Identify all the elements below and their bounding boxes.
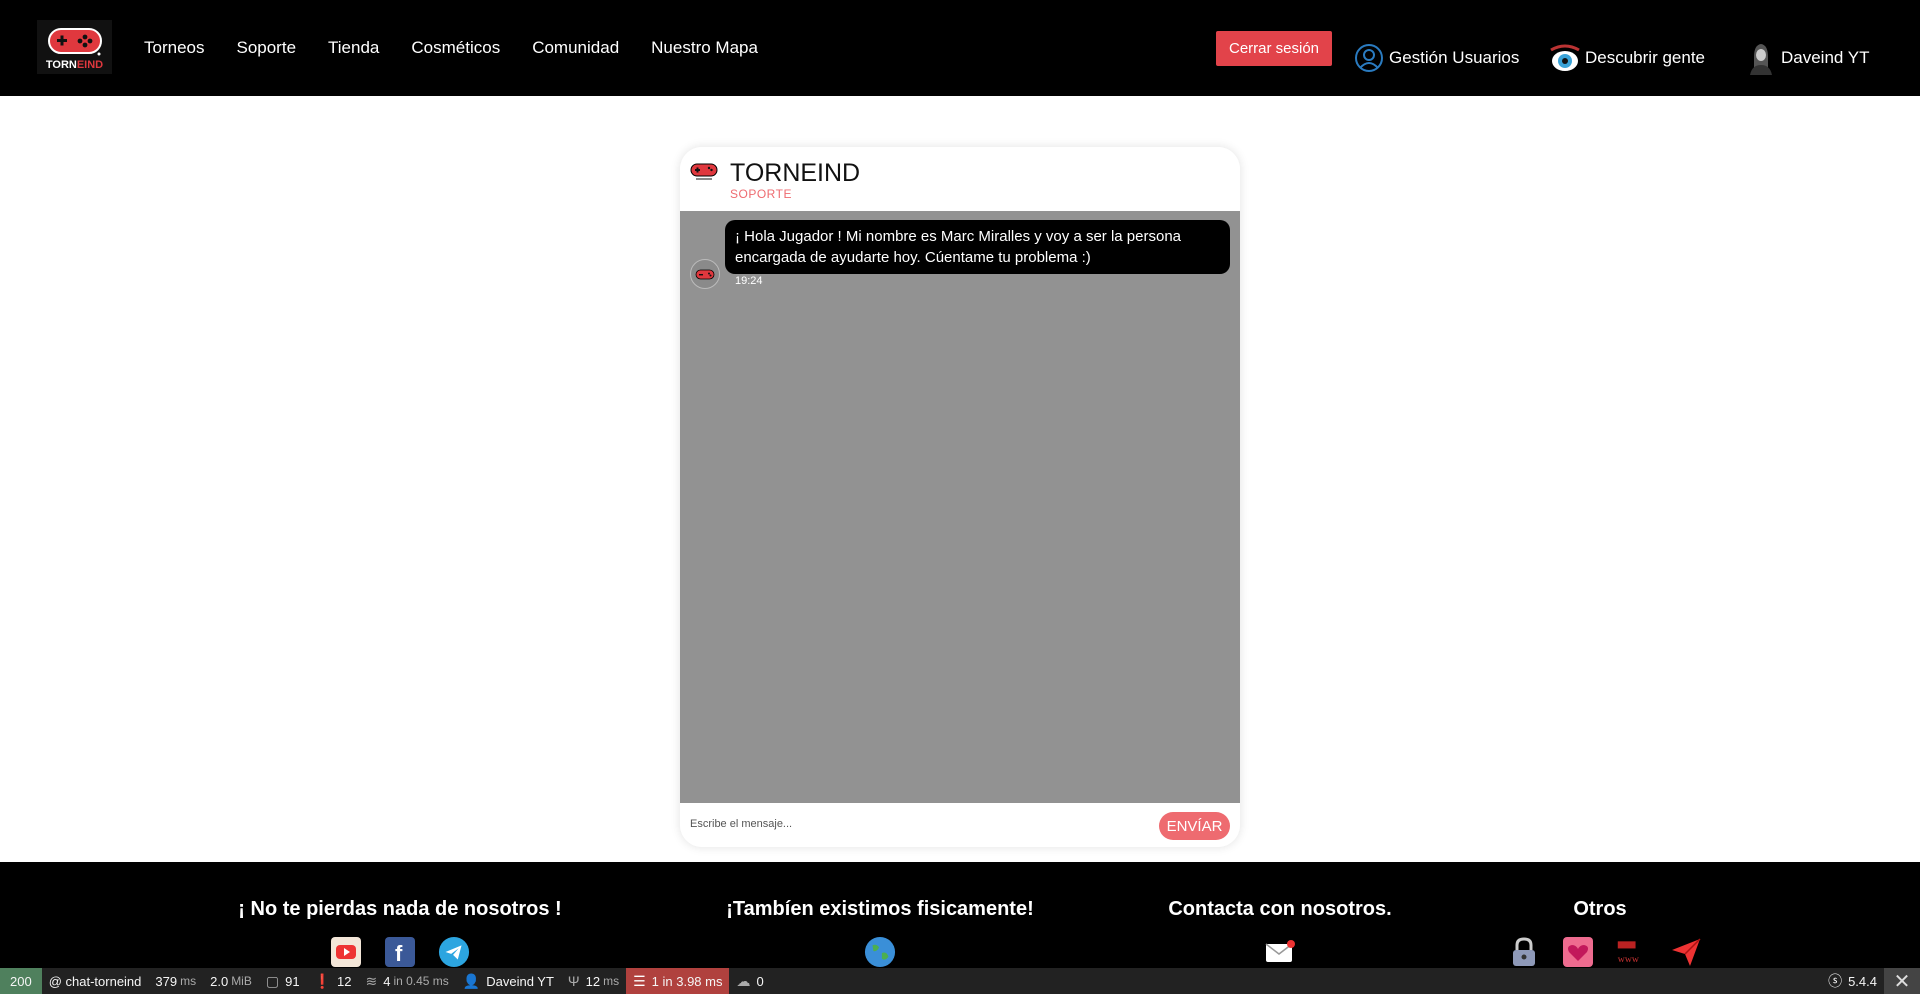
cache-icon: ≋ xyxy=(365,972,378,989)
nav-link-soporte[interactable]: Soporte xyxy=(236,38,296,58)
support-chat: TORNEIND SOPORTE ¡ Hola Jugador ! Mi nom… xyxy=(680,147,1240,847)
user-management-icon xyxy=(1353,42,1385,74)
other-icons: www xyxy=(1508,936,1724,968)
www-icon[interactable]: www xyxy=(1616,936,1648,968)
gamepad-icon xyxy=(47,27,102,55)
nav-link-torneos[interactable]: Torneos xyxy=(144,38,204,58)
social-icons: f xyxy=(330,936,492,968)
debug-status-code[interactable]: 200 xyxy=(0,968,42,994)
logout-button[interactable]: Cerrar sesión xyxy=(1216,31,1332,66)
discover-people-label: Descubrir gente xyxy=(1585,48,1706,67)
send-button[interactable]: ENVÍAR xyxy=(1159,812,1230,840)
svg-text:f: f xyxy=(395,941,403,966)
chat-logo-icon xyxy=(690,163,718,180)
debug-forms[interactable]: ▢ 91 xyxy=(259,968,307,994)
main-nav: Torneos Soporte Tienda Cosméticos Comuni… xyxy=(144,0,790,96)
profile-label: Daveind YT xyxy=(1781,48,1870,67)
avatar xyxy=(1745,42,1777,75)
nav-link-tienda[interactable]: Tienda xyxy=(328,38,379,58)
mail-icon[interactable] xyxy=(1264,936,1296,968)
heart-icon[interactable] xyxy=(1562,936,1594,968)
top-navbar: TORNEIND Torneos Soporte Tienda Cosmétic… xyxy=(0,0,1920,96)
debug-right: ⓢ 5.4.4 ✕ xyxy=(1821,968,1920,994)
message-input[interactable] xyxy=(690,813,1130,835)
chat-input-bar: ENVÍAR xyxy=(680,803,1240,847)
debug-time[interactable]: 379 ms xyxy=(148,968,203,994)
database-icon: ☰ xyxy=(633,972,646,989)
footer-contact-title: Contacta con nosotros. xyxy=(1168,898,1392,920)
chat-header: TORNEIND SOPORTE xyxy=(680,147,1240,211)
eye-icon xyxy=(1549,42,1581,74)
debug-logs[interactable]: ❗ 12 xyxy=(307,968,359,994)
user-management-link[interactable]: Gestión Usuarios xyxy=(1353,42,1519,74)
logs-icon: ❗ xyxy=(313,972,331,989)
svg-text:www: www xyxy=(1618,954,1640,965)
globe-icon[interactable] xyxy=(864,936,896,968)
nav-link-mapa[interactable]: Nuestro Mapa xyxy=(651,38,758,58)
footer-location-title: ¡Tambíen existimos fisicamente! xyxy=(726,898,1034,920)
debug-database[interactable]: ☰ 1 in 3.98 ms xyxy=(626,968,730,994)
debug-ajax[interactable]: ☁ 0 xyxy=(729,968,770,994)
torneind-logo[interactable]: TORNEIND xyxy=(37,20,112,74)
send-plane-icon[interactable] xyxy=(1670,936,1702,968)
chat-subtitle: SOPORTE xyxy=(730,187,792,201)
agent-avatar xyxy=(690,259,720,289)
contact-icons xyxy=(1264,936,1318,968)
footer-other-title: Otros xyxy=(1573,898,1627,920)
facebook-icon[interactable]: f xyxy=(384,936,416,968)
user-icon: 👤 xyxy=(462,972,481,989)
nav-link-cosmeticos[interactable]: Cosméticos xyxy=(411,38,500,58)
forms-icon: ▢ xyxy=(265,972,280,989)
user-management-label: Gestión Usuarios xyxy=(1389,48,1520,67)
chat-messages[interactable]: ¡ Hola Jugador ! Mi nombre es Marc Miral… xyxy=(680,211,1240,803)
footer-social-title: ¡ No te pierdas nada de nosotros ! xyxy=(238,898,562,920)
close-icon[interactable]: ✕ xyxy=(1884,968,1920,994)
youtube-icon[interactable] xyxy=(330,936,362,968)
twig-icon: Ψ xyxy=(567,973,580,989)
debug-memory[interactable]: 2.0 MiB xyxy=(203,968,259,994)
debug-route[interactable]: @ chat-torneind xyxy=(42,968,149,994)
site-footer: ¡ No te pierdas nada de nosotros ! f ¡Ta… xyxy=(0,862,1920,968)
telegram-icon[interactable] xyxy=(438,936,470,968)
chat-message-bubble: ¡ Hola Jugador ! Mi nombre es Marc Miral… xyxy=(725,220,1230,274)
debug-user[interactable]: 👤 Daveind YT xyxy=(456,968,561,994)
debug-version[interactable]: ⓢ 5.4.4 xyxy=(1821,968,1884,994)
chat-title: TORNEIND xyxy=(730,159,861,187)
discover-people-link[interactable]: Descubrir gente xyxy=(1549,42,1705,74)
symfony-debug-toolbar: 200 @ chat-torneind 379 ms 2.0 MiB ▢ 91 ❗ 12… xyxy=(0,968,1920,994)
message-timestamp: 19:24 xyxy=(735,275,763,287)
symfony-icon: ⓢ xyxy=(1828,973,1843,989)
profile-link[interactable]: Daveind YT xyxy=(1745,42,1870,75)
logo-text: TORNEIND xyxy=(45,58,104,71)
debug-twig[interactable]: Ψ 12 ms xyxy=(561,968,626,994)
ajax-icon: ☁ xyxy=(736,972,751,989)
location-icons xyxy=(864,936,918,968)
debug-cache[interactable]: ≋ 4 in 0.45 ms xyxy=(358,968,455,994)
lock-icon[interactable] xyxy=(1508,936,1540,968)
gamepad-icon xyxy=(695,269,715,280)
nav-link-comunidad[interactable]: Comunidad xyxy=(532,38,619,58)
